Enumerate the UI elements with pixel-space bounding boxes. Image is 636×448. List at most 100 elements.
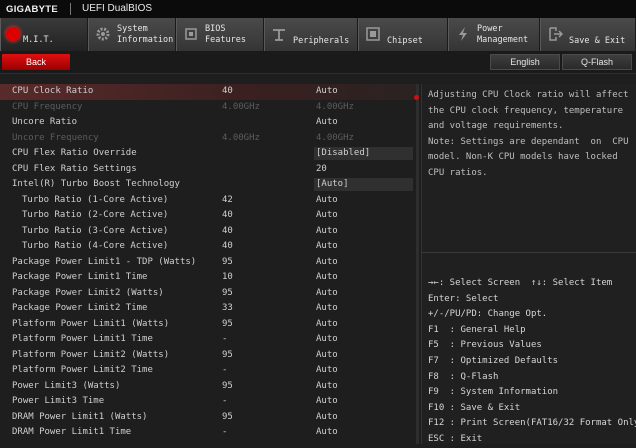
setting-row[interactable]: Package Power Limit1 - TDP (Watts) 95 Auto [0, 255, 418, 271]
setting-name: CPU Flex Ratio Override [12, 148, 137, 158]
setting-row[interactable]: Package Power Limit2 (Watts) 95 Auto [0, 286, 418, 302]
key-hint: F8 : Q-Flash [428, 371, 499, 382]
setting-value[interactable]: Auto [316, 348, 338, 364]
settings-scrollbar[interactable] [416, 84, 419, 444]
tab-label-line: Management [477, 35, 529, 45]
product-name: UEFI DualBIOS [82, 3, 153, 14]
setting-value[interactable]: [Disabled] [314, 147, 413, 160]
back-button[interactable]: Back [2, 54, 70, 70]
setting-row: CPU Frequency 4.00GHz 4.00GHz [0, 100, 418, 116]
setting-value[interactable]: Auto [316, 286, 338, 302]
setting-row[interactable]: Intel(R) Turbo Boost Technology [Auto] [0, 177, 418, 193]
setting-value[interactable]: Auto [316, 84, 338, 100]
tab-label-line: M.I.T. [23, 35, 54, 45]
setting-value[interactable]: Auto [316, 394, 338, 410]
setting-row[interactable]: Power Limit3 Time - Auto [0, 394, 418, 410]
setting-value[interactable]: Auto [316, 317, 338, 333]
key-hint: →←: Select Screen ↑↓: Select Item [428, 278, 613, 288]
setting-name: Intel(R) Turbo Boost Technology [12, 179, 180, 189]
tab-label: BIOS Features [205, 24, 246, 46]
tab-save-exit[interactable]: Save & Exit [540, 18, 636, 51]
setting-value[interactable]: Auto [316, 425, 338, 441]
tab-bios-features[interactable]: BIOS Features [176, 18, 264, 51]
setting-value[interactable]: Auto [316, 363, 338, 379]
key-legend: →←: Select Screen ↑↓: Select Item Enter: … [428, 276, 636, 448]
setting-value[interactable]: Auto [316, 115, 338, 131]
tab-label-line: Power [477, 24, 503, 34]
help-divider [422, 252, 636, 253]
setting-value[interactable]: Auto [316, 332, 338, 348]
setting-value[interactable]: Auto [316, 410, 338, 426]
setting-name: CPU Clock Ratio [12, 86, 94, 96]
setting-row[interactable]: Turbo Ratio (2-Core Active) 40 Auto [0, 208, 418, 224]
setting-row[interactable]: CPU Flex Ratio Settings 20 [0, 162, 418, 178]
setting-name: CPU Frequency [12, 101, 83, 112]
setting-current-value: 40 [222, 210, 233, 220]
setting-current-value: 40 [222, 241, 233, 251]
setting-current-value: 40 [222, 86, 233, 96]
setting-value[interactable]: Auto [316, 208, 338, 224]
setting-current-value: 95 [222, 287, 233, 298]
exit-arrow-icon [547, 26, 564, 42]
setting-current-value: - [222, 365, 228, 375]
setting-value[interactable]: 20 [316, 162, 327, 178]
setting-row[interactable]: DRAM Power Limit1 Time - Auto [0, 425, 418, 441]
tab-label-line: Information [117, 35, 174, 45]
key-hint: F1 : General Help [428, 324, 526, 335]
setting-value: 4.00GHz [316, 101, 354, 112]
setting-row[interactable]: Package Power Limit2 Time 33 Auto [0, 301, 418, 317]
setting-row[interactable]: CPU Flex Ratio Override [Disabled] [0, 146, 418, 162]
tab-system-information[interactable]: System Information [88, 18, 176, 51]
setting-current-value: - [222, 334, 228, 344]
main-tab-bar: M.I.T. System Information BIOS Features Perip… [0, 18, 636, 51]
setting-name: Package Power Limit1 - TDP (Watts) [12, 256, 197, 267]
connector-icon [271, 26, 287, 42]
tab-label-line: Chipset [387, 36, 423, 46]
setting-row[interactable]: Platform Power Limit2 Time - Auto [0, 363, 418, 379]
setting-row[interactable]: Platform Power Limit1 (Watts) 95 Auto [0, 317, 418, 333]
setting-current-value: 95 [222, 411, 233, 422]
setting-name: Package Power Limit1 Time [12, 272, 148, 282]
setting-current-value: 95 [222, 380, 233, 391]
qflash-button[interactable]: Q-Flash [562, 54, 632, 70]
setting-row[interactable]: Turbo Ratio (4-Core Active) 40 Auto [0, 239, 418, 255]
key-hint: F7 : Optimized Defaults [428, 355, 559, 366]
setting-value[interactable]: Auto [316, 239, 338, 255]
setting-row[interactable]: Turbo Ratio (1-Core Active) 42 Auto [0, 193, 418, 209]
setting-value[interactable]: Auto [316, 270, 338, 286]
setting-value[interactable]: Auto [316, 193, 338, 209]
setting-name: CPU Flex Ratio Settings [12, 163, 137, 174]
setting-row[interactable]: Platform Power Limit1 Time - Auto [0, 332, 418, 348]
tab-label-line: Peripherals [293, 36, 350, 46]
setting-row[interactable]: Power Limit3 (Watts) 95 Auto [0, 379, 418, 395]
setting-value[interactable]: Auto [316, 224, 338, 240]
setting-row[interactable]: Package Power Limit1 Time 10 Auto [0, 270, 418, 286]
setting-name: Power Limit3 Time [12, 396, 105, 406]
top-bar: GIGABYTE UEFI DualBIOS [0, 0, 636, 19]
setting-row[interactable]: Platform Power Limit2 (Watts) 95 Auto [0, 348, 418, 364]
setting-value[interactable]: [Auto] [314, 178, 413, 191]
setting-value[interactable]: Auto [316, 301, 338, 317]
setting-current-value: 95 [222, 349, 233, 360]
setting-row[interactable]: Uncore Ratio Auto [0, 115, 418, 131]
setting-row[interactable]: CPU Clock Ratio 40 Auto [0, 84, 418, 100]
setting-name: Turbo Ratio (4-Core Active) [22, 241, 169, 251]
setting-name: Turbo Ratio (1-Core Active) [22, 194, 169, 205]
language-button[interactable]: English [490, 54, 560, 70]
setting-row[interactable]: Turbo Ratio (3-Core Active) 40 Auto [0, 224, 418, 240]
tab-peripherals[interactable]: Peripherals [264, 18, 358, 51]
key-hint: F9 : System Information [428, 387, 559, 398]
setting-current-value: 4.00GHz [222, 132, 260, 143]
tab-chipset[interactable]: Chipset [358, 18, 448, 51]
tab-m-i-t[interactable]: M.I.T. [0, 18, 88, 51]
tab-label-line: System [117, 24, 148, 34]
brand-divider [70, 3, 71, 15]
setting-value[interactable]: Auto [316, 379, 338, 395]
setting-value[interactable]: Auto [316, 255, 338, 271]
settings-list: CPU Clock Ratio 40 Auto CPU Frequency 4.00GH… [0, 84, 418, 444]
tab-power-management[interactable]: Power Management [448, 18, 540, 51]
scroll-position-marker[interactable] [414, 95, 419, 100]
setting-row[interactable]: DRAM Power Limit1 (Watts) 95 Auto [0, 410, 418, 426]
key-hint: ESC : Exit [428, 433, 483, 444]
chip-icon [183, 26, 199, 42]
